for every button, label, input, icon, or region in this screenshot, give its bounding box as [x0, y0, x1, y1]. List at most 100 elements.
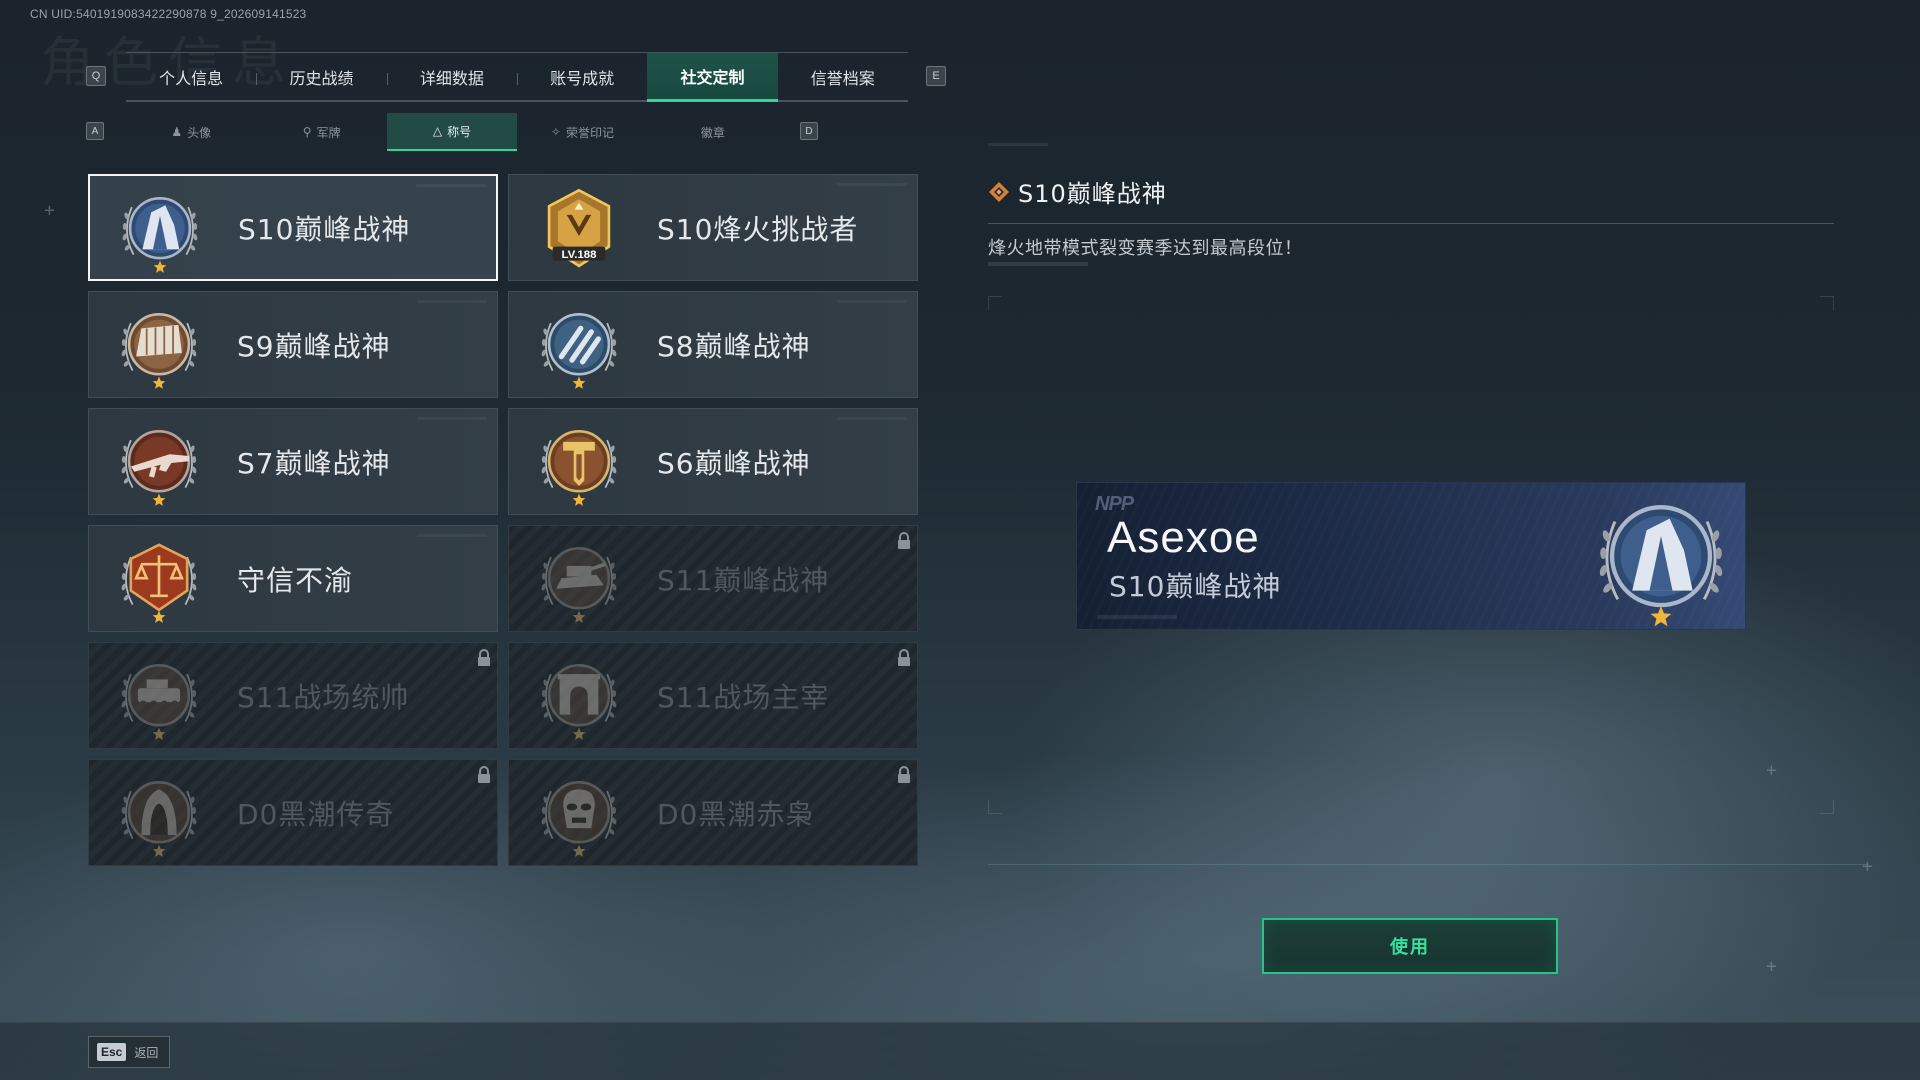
uid-label: CN UID:5401919083422290878 9_20260914152…	[30, 7, 307, 21]
title-grid: S10巅峰战神 LV.188 S10烽火挑战者 S9巅峰战神 S8巅峰战神 S7…	[88, 174, 918, 866]
s11-vehicle-badge-icon	[115, 664, 203, 740]
lock-icon	[477, 766, 491, 784]
subtab-honor-mark[interactable]: ✧ 荣誉印记	[517, 113, 647, 151]
s7-rifle-badge-icon	[115, 430, 203, 506]
lock-icon	[897, 766, 911, 784]
title-card[interactable]: S11战场统帅	[88, 642, 498, 749]
title-label: S10巅峰战神	[238, 212, 411, 246]
s10-tower-badge-icon	[1589, 505, 1733, 627]
back-label: 返回	[134, 1045, 159, 1060]
laurel-icon: ✧	[550, 125, 561, 139]
crosshair-deco-icon: +	[1766, 956, 1777, 977]
title-card[interactable]: D0黑潮传奇	[88, 759, 498, 866]
back-button[interactable]: Esc 返回	[88, 1036, 170, 1068]
title-label: S11战场主宰	[657, 680, 830, 714]
triangle-icon: △	[432, 124, 443, 138]
card-deco	[416, 184, 486, 187]
title-label: D0黑潮赤枭	[657, 797, 815, 831]
title-card[interactable]: 守信不渝	[88, 525, 498, 632]
skull-mask-badge-icon	[535, 781, 623, 857]
s11-arch-badge-icon	[535, 664, 623, 740]
title-card[interactable]: D0黑潮赤枭	[508, 759, 918, 866]
title-card[interactable]: S8巅峰战神	[508, 291, 918, 398]
card-deco	[837, 300, 907, 303]
detail-deco	[988, 262, 1088, 266]
dogtag-icon: ⚲	[302, 125, 312, 139]
subtab-emblem[interactable]: 徽章	[648, 113, 778, 151]
tab-detailed-stats[interactable]: 详细数据	[386, 53, 517, 100]
next-sub-tab-key[interactable]: D	[800, 122, 818, 140]
tab-personal-info[interactable]: 个人信息	[126, 53, 256, 100]
prev-main-tab-key[interactable]: Q	[86, 66, 106, 86]
tab-credit-record[interactable]: 信誉档案	[778, 53, 908, 100]
subtab-label: 徽章	[700, 125, 725, 140]
title-label: S11战场统帅	[237, 680, 410, 714]
s10-tower-badge-icon	[116, 197, 204, 273]
s11-tank-badge-icon	[535, 547, 623, 623]
crosshair-deco-icon: +	[44, 200, 55, 221]
card-deco	[837, 417, 907, 420]
crosshair-deco-icon: +	[1766, 760, 1777, 781]
card-deco	[417, 300, 487, 303]
tab-social-custom[interactable]: 社交定制	[647, 53, 778, 102]
player-title: S10巅峰战神	[1109, 570, 1282, 603]
frame-corner	[1820, 296, 1834, 310]
card-deco	[417, 534, 487, 537]
title-label: S6巅峰战神	[657, 446, 811, 480]
scales-badge-icon	[115, 543, 203, 623]
title-label: 守信不渝	[237, 563, 354, 597]
prev-sub-tab-key[interactable]: A	[86, 122, 104, 140]
use-button[interactable]: 使用	[1262, 918, 1558, 974]
hooded-figure-badge-icon	[115, 781, 203, 857]
bottom-bar	[0, 1022, 1920, 1080]
title-card[interactable]: S9巅峰战神	[88, 291, 498, 398]
card-deco	[417, 417, 487, 420]
title-label: D0黑潮传奇	[237, 797, 395, 831]
level-text: LV.188	[562, 249, 598, 261]
plate-deco	[1097, 615, 1177, 619]
lock-icon	[477, 649, 491, 667]
title-card[interactable]: S7巅峰战神	[88, 408, 498, 515]
subtab-avatar[interactable]: ♟ 头像	[126, 113, 256, 151]
title-card[interactable]: S11巅峰战神	[508, 525, 918, 632]
s6-shield-badge-icon	[535, 430, 623, 506]
lock-icon	[897, 532, 911, 550]
subtab-dogtag[interactable]: ⚲ 军牌	[256, 113, 386, 151]
next-main-tab-key[interactable]: E	[926, 66, 946, 86]
sub-tab-bar: ♟ 头像 ⚲ 军牌 △ 称号 ✧ 荣誉印记 徽章	[126, 113, 778, 151]
title-card[interactable]: S6巅峰战神	[508, 408, 918, 515]
tab-match-history[interactable]: 历史战绩	[256, 53, 386, 100]
esc-key: Esc	[97, 1043, 127, 1061]
detail-header: S10巅峰战神	[988, 174, 1167, 209]
title-card[interactable]: LV.188 S10烽火挑战者	[508, 174, 918, 281]
title-card[interactable]: S10巅峰战神	[88, 174, 498, 281]
detail-title: S10巅峰战神	[1018, 180, 1167, 208]
s8-stripes-badge-icon	[535, 313, 623, 389]
nameplate-preview: NPP Asexoe S10巅峰战神	[1076, 482, 1746, 630]
divider	[988, 223, 1834, 224]
crosshair-deco-icon: +	[1862, 856, 1873, 877]
title-label: S11巅峰战神	[657, 563, 830, 597]
title-label: S10烽火挑战者	[657, 212, 859, 246]
frame-corner	[1820, 800, 1834, 814]
divider	[988, 864, 1868, 865]
person-icon: ♟	[171, 125, 183, 139]
detail-description: 烽火地带模式裂变赛季达到最高段位！	[988, 238, 1303, 259]
subtab-title[interactable]: △ 称号	[386, 113, 518, 151]
subtab-label: 头像	[187, 125, 212, 140]
lock-icon	[897, 649, 911, 667]
title-label: S8巅峰战神	[657, 329, 811, 363]
frame-corner	[988, 296, 1002, 310]
tab-achievements[interactable]: 账号成就	[516, 53, 647, 100]
detail-deco	[988, 143, 1048, 146]
player-name: Asexoe	[1107, 513, 1260, 562]
subtab-label: 荣誉印记	[565, 125, 614, 140]
s10-challenger-badge-icon: LV.188	[547, 188, 611, 268]
main-tab-bar: 个人信息 历史战绩 详细数据 账号成就 社交定制 信誉档案	[126, 52, 908, 102]
title-label: S9巅峰战神	[237, 329, 391, 363]
title-label: S7巅峰战神	[237, 446, 391, 480]
frame-corner	[988, 800, 1002, 814]
subtab-label: 军牌	[316, 125, 341, 140]
diamond-marker-icon	[989, 181, 1009, 202]
title-card[interactable]: S11战场主宰	[508, 642, 918, 749]
